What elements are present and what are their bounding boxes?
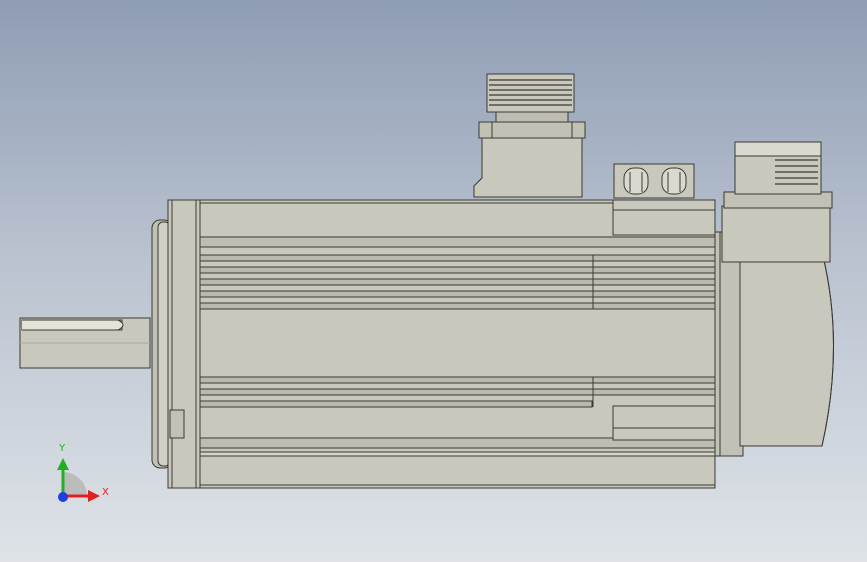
cad-viewport[interactable]: X Y [0,0,867,562]
front-flange [167,199,201,489]
servo-motor-model[interactable] [0,0,867,562]
cable-clamp-bracket [613,163,695,199]
x-axis-label: X [102,487,109,498]
encoder-connector[interactable] [721,141,833,263]
encoder-housing [714,231,834,457]
motor-shaft[interactable] [19,317,151,369]
z-axis-dot [58,492,68,502]
motor-housing [199,199,716,489]
axis-triad [57,458,100,502]
y-axis-label: Y [59,443,66,454]
power-connector[interactable] [473,73,586,198]
